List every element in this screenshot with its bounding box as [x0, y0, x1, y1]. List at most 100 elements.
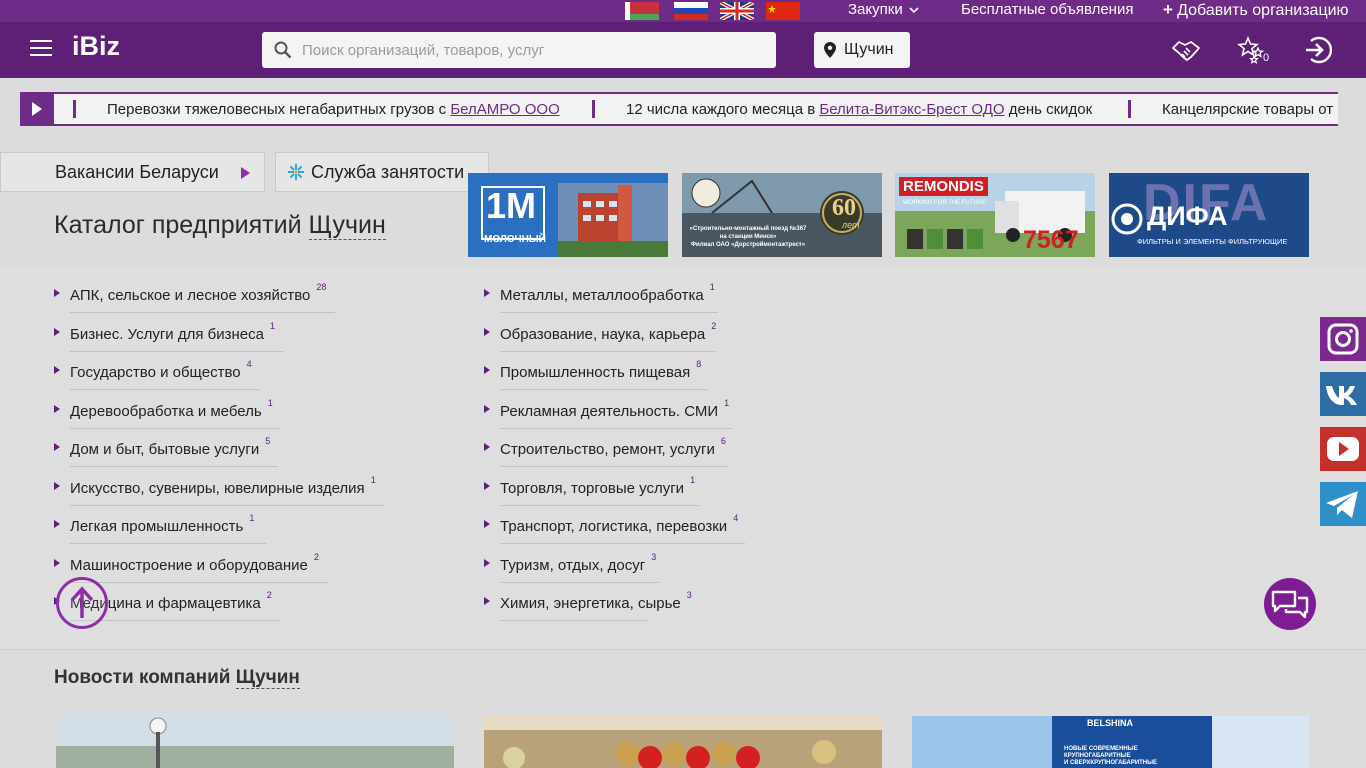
bullet-triangle-icon: [54, 366, 60, 374]
banner-smp-367[interactable]: 60 лет «Строительно-монтажный поезд №367…: [682, 173, 882, 257]
tab-vacancies[interactable]: Вакансии Беларуси: [0, 152, 265, 192]
catalog-item-label: Государство и общество: [70, 364, 241, 381]
login-icon[interactable]: [1302, 34, 1334, 66]
zakupki-menu[interactable]: Закупки: [848, 0, 919, 22]
russia-flag-icon[interactable]: [674, 2, 708, 20]
news-card-3-line: НОВЫЕ СОВРЕМЕННЫЕ: [1064, 746, 1138, 752]
catalog-item-label: Туризм, отдых, досуг: [500, 556, 646, 574]
location-pin-icon: [824, 42, 836, 58]
catalog-item-count: 1: [690, 474, 696, 485]
catalog-item-count: 6: [720, 436, 726, 446]
news-card-image-3[interactable]: BELSHINA НОВЫЕ СОВРЕМЕННЫЕ КРУПНОГАБАРИТ…: [912, 716, 1310, 768]
instagram-icon: [1327, 323, 1359, 355]
top-strip: Закупки Бесплатные объявления + Добавить…: [0, 0, 1366, 22]
belarus-flag-icon[interactable]: [625, 2, 659, 20]
bullet-triangle-icon: [54, 404, 60, 413]
youtube-button[interactable]: [1320, 427, 1366, 471]
search-input[interactable]: [302, 32, 762, 68]
banner-smp-badge: 60: [832, 195, 856, 221]
ticker-text: 12 числа каждого месяца в: [626, 101, 820, 118]
catalog-item-label: Деревообработка и мебель: [70, 402, 262, 420]
tab-employment-service[interactable]: Служба занятости: [275, 152, 489, 192]
bullet-triangle-icon: [484, 558, 490, 567]
bullet-triangle-icon: [54, 443, 60, 451]
catalog-item-count: 1: [267, 397, 273, 408]
banner-remondis[interactable]: REMONDIS WORKING FOR THE FUTURE 7567: [895, 173, 1095, 257]
catalog-item-count: 4: [246, 359, 252, 369]
ticker-text: день скидок: [1004, 101, 1093, 118]
news-ticker: Перевозки тяжеловесных негабаритных груз…: [20, 92, 1338, 126]
search-icon[interactable]: [274, 41, 292, 59]
telegram-button[interactable]: [1320, 482, 1366, 526]
ticker-separator: [73, 100, 76, 118]
banner-smp-line: Филиал ОАО «Дорстроймонтажтрест»: [690, 242, 806, 248]
main-header: iBiz Щучин 0: [0, 22, 1366, 78]
ticker-item: 12 числа каждого месяца в Белита-Витэкс-…: [626, 101, 1092, 118]
ticker-play-button[interactable]: [20, 94, 54, 124]
add-organization-link[interactable]: + Добавить организацию: [1163, 0, 1349, 22]
catalog-item-label: Строительство, ремонт, услуги: [500, 441, 715, 458]
catalog-item-count: 28: [316, 282, 327, 292]
chevron-down-icon: [909, 7, 919, 14]
catalog-item-count: 1: [370, 474, 376, 485]
catalog-item-label: Торговля, торговые услуги: [500, 479, 685, 497]
catalog-item-label: Легкая промышленность: [70, 518, 244, 535]
catalog-item-count: 2: [266, 590, 272, 600]
hamburger-menu-icon[interactable]: [30, 40, 52, 56]
free-ads-link[interactable]: Бесплатные объявления: [961, 0, 1133, 22]
catalog-item-count: 2: [711, 320, 717, 331]
banner-smp-years: лет: [842, 220, 860, 230]
bullet-triangle-icon: [54, 558, 60, 567]
city-selector-button[interactable]: Щучин: [814, 32, 910, 68]
news-title-city-link[interactable]: Щучин: [235, 667, 300, 689]
news-image-2: [484, 716, 882, 768]
bullet-triangle-icon: [54, 481, 60, 490]
ticker-link-belamro[interactable]: БелАМРО ООО: [450, 101, 559, 118]
catalog-item-label: Рекламная деятельность. СМИ: [500, 402, 719, 420]
handshake-icon[interactable]: [1170, 34, 1202, 66]
play-icon: [32, 102, 42, 116]
arrow-up-icon: [70, 586, 94, 618]
banner-1m-molochny[interactable]: 1М МОЛОЧНЫЙ: [468, 173, 668, 257]
site-logo[interactable]: iBiz: [72, 31, 120, 62]
catalog-item-count: 1: [724, 397, 730, 408]
scroll-to-top-button[interactable]: [56, 577, 108, 629]
ticker-text: Канцелярские товары от: [1162, 101, 1334, 118]
bullet-triangle-icon: [484, 289, 490, 297]
news-section-title: Новости компаний Щучин: [54, 667, 300, 689]
page-title-city-link[interactable]: Щучин: [308, 211, 386, 240]
news-card-3-line: И СВЕРХКРУПНОГАБАРИТНЫЕ: [1064, 760, 1158, 766]
catalog-item-count: 1: [249, 513, 255, 523]
page-title: Каталог предприятий Щучин: [54, 211, 386, 240]
catalog-item-label: Бизнес. Услуги для бизнеса: [70, 325, 264, 343]
ticker-item: Перевозки тяжеловесных негабаритных груз…: [107, 101, 560, 118]
catalog-item-label: Металлы, металлообработка: [500, 287, 704, 304]
instagram-button[interactable]: [1320, 317, 1366, 361]
ticker-item: Канцелярские товары от: [1162, 101, 1333, 118]
tab-employment-label: Служба занятости: [311, 162, 465, 182]
catalog-item-count: 4: [733, 513, 739, 523]
catalog-item-label: Образование, наука, карьера: [500, 325, 706, 343]
catalog-item-label: Искусство, сувениры, ювелирные изделия: [70, 479, 365, 497]
news-card-image-2[interactable]: [484, 716, 882, 768]
catalog-item-label: Химия, энергетика, сырье: [500, 595, 681, 612]
bullet-triangle-icon: [484, 443, 490, 451]
catalog-item-count: 3: [686, 590, 692, 600]
news-card-3-line: КРУПНОГАБАРИТНЫЕ: [1064, 753, 1131, 759]
banner-difa-caption: ФИЛЬТРЫ И ЭЛЕМЕНТЫ ФИЛЬТРУЮЩИЕ: [1137, 237, 1288, 246]
catalog-item-count: 1: [269, 320, 275, 331]
news-card-image-1[interactable]: [56, 716, 454, 768]
banner-difa[interactable]: DIFA ДИФА ФИЛЬТРЫ И ЭЛЕМЕНТЫ ФИЛЬТРУЮЩИЕ: [1109, 173, 1309, 257]
ticker-link-belita[interactable]: Белита-Витэкс-Брест ОДО: [819, 101, 1004, 118]
catalog-item-count: 3: [651, 551, 657, 562]
china-flag-icon[interactable]: [766, 2, 800, 20]
telegram-icon: [1326, 491, 1358, 518]
chat-button[interactable]: [1264, 578, 1316, 630]
uk-flag-icon[interactable]: [720, 2, 754, 20]
catalog-item-label: Дом и быт, бытовые услуги: [70, 441, 260, 458]
banner-smp-line: на станции Минск»: [719, 234, 777, 240]
banner-smp-line: «Строительно-монтажный поезд №367: [689, 226, 807, 232]
catalog-item-label: Машиностроение и оборудование: [70, 556, 308, 574]
vk-button[interactable]: [1320, 372, 1366, 416]
catalog-item-count: 5: [265, 436, 271, 446]
